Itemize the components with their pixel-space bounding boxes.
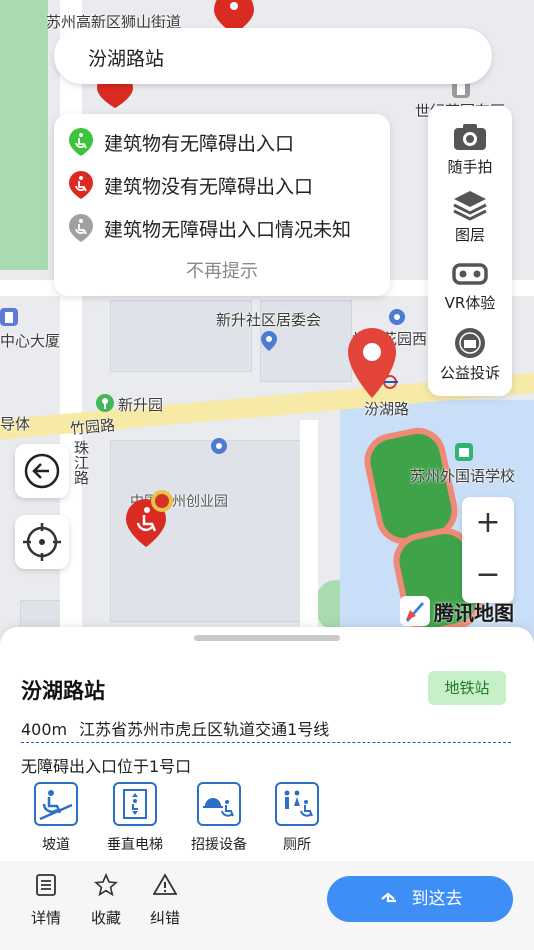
favorite-label: 收藏	[90, 909, 121, 927]
tool-label: 随手拍	[447, 158, 493, 176]
tool-label: 公益投诉	[439, 364, 500, 382]
dont-show-again-button[interactable]: 不再提示	[54, 257, 390, 283]
place-distance: 400m	[21, 720, 68, 739]
place-address: 江苏省苏州市虎丘区轨道交通1号线	[79, 720, 330, 739]
poi-pin-icon[interactable]	[260, 330, 278, 352]
building-icon[interactable]	[0, 308, 18, 326]
tool-label: VR体验	[444, 294, 496, 312]
star-icon	[94, 872, 118, 897]
vr-goggles-icon	[452, 263, 488, 285]
facility-call-bell[interactable]: 招援设备	[185, 782, 253, 854]
map-toolbar: 随手拍 图层 VR体验 公益投诉	[428, 106, 512, 396]
elevator-icon	[123, 789, 147, 819]
go-label: 到这去	[411, 889, 463, 909]
zoom-in-button[interactable]: +	[462, 497, 514, 549]
zoom-control: + −	[462, 497, 514, 603]
emblem-icon	[455, 328, 485, 358]
tool-complaint-button[interactable]: 公益投诉	[428, 322, 512, 390]
red-accessibility-pin-icon	[69, 171, 93, 199]
facility-toilet[interactable]: 厕所	[263, 782, 331, 854]
map-label-committee: 新升社区居委会	[216, 311, 322, 329]
details-button[interactable]: 详情	[22, 873, 70, 928]
toilet-icon	[284, 790, 313, 817]
legend-label: 建筑物没有无障碍出入口	[104, 175, 314, 198]
search-input[interactable]: 汾湖路站	[54, 28, 492, 84]
facility-ramp[interactable]: 坡道	[22, 782, 90, 854]
details-label: 详情	[30, 909, 61, 927]
park-icon[interactable]	[96, 394, 114, 412]
back-button[interactable]	[15, 444, 69, 498]
tool-snapshot-button[interactable]: 随手拍	[428, 116, 512, 184]
facility-elevator[interactable]: 垂直电梯	[101, 782, 169, 854]
tool-vr-button[interactable]: VR体验	[428, 252, 512, 320]
divider	[21, 742, 511, 743]
map-label-station: 汾湖路	[364, 400, 410, 418]
search-value: 汾湖路站	[88, 48, 165, 70]
navigate-here-button[interactable]: 到这去	[327, 876, 513, 922]
emblem-icon	[151, 490, 173, 512]
legend-label: 建筑物无障碍出入口情况未知	[104, 218, 352, 241]
map-label-foreign-school: 苏州外国语学校	[410, 467, 516, 485]
legend-item-accessible: 建筑物有无障碍出入口	[68, 126, 294, 158]
tencent-map-logo-icon	[400, 596, 430, 626]
camera-icon	[454, 124, 486, 150]
logo-text: 腾讯地图	[434, 600, 514, 625]
tool-layers-button[interactable]: 图层	[428, 184, 512, 252]
map-label-zhujiang-road: 珠江路	[72, 440, 90, 485]
place-title: 汾湖路站	[21, 679, 105, 703]
legend-item-not-accessible: 建筑物没有无障碍出入口	[68, 169, 313, 201]
crosshair-icon	[23, 523, 61, 561]
map-label-zhuyuan-road: 竹园路	[69, 416, 116, 438]
place-address-line: 400m 江苏省苏州市虎丘区轨道交通1号线	[21, 716, 329, 740]
layers-icon	[453, 191, 487, 221]
facility-label: 招援设备	[191, 837, 247, 853]
map-label-guide: 导体	[0, 415, 31, 433]
legend-label: 建筑物有无障碍出入口	[104, 132, 295, 155]
warning-icon	[152, 873, 178, 895]
facility-label: 厕所	[283, 837, 311, 853]
ramp-icon	[39, 790, 73, 821]
report-label: 纠错	[149, 909, 180, 927]
facility-label: 垂直电梯	[107, 837, 163, 853]
sheet-drag-handle[interactable]	[194, 635, 340, 641]
locate-button[interactable]	[15, 515, 69, 569]
report-error-button[interactable]: 纠错	[141, 873, 189, 928]
poi-pin-icon[interactable]	[210, 437, 228, 455]
legend-item-unknown: 建筑物无障碍出入口情况未知	[68, 212, 351, 244]
bottom-action-bar: 详情 收藏 纠错 到这去	[0, 861, 534, 950]
selected-location-pin-icon[interactable]	[346, 326, 398, 400]
tool-label: 图层	[454, 226, 485, 244]
arrow-left-circle-icon	[24, 453, 60, 489]
green-accessibility-pin-icon	[69, 128, 93, 156]
call-bell-icon	[203, 798, 234, 817]
map-label-center-building: 中心大厦	[0, 332, 61, 350]
favorite-button[interactable]: 收藏	[82, 872, 130, 928]
map-label-xinsheng: 新升园	[118, 396, 164, 414]
school-icon[interactable]	[455, 443, 473, 461]
map-provider-logo: 腾讯地图	[400, 594, 514, 628]
facility-label: 坡道	[42, 837, 70, 853]
accessibility-legend-popup: 建筑物有无障碍出入口 建筑物没有无障碍出入口 建筑物无障碍出入口情况未知 不再提…	[54, 114, 390, 296]
place-type-badge: 地铁站	[428, 671, 506, 705]
document-icon	[36, 874, 56, 896]
accessible-exit-note: 无障碍出入口位于1号口	[21, 757, 192, 776]
gray-accessibility-pin-icon	[69, 214, 93, 242]
route-arrow-icon	[380, 892, 396, 903]
poi-pin-icon[interactable]	[388, 308, 406, 326]
